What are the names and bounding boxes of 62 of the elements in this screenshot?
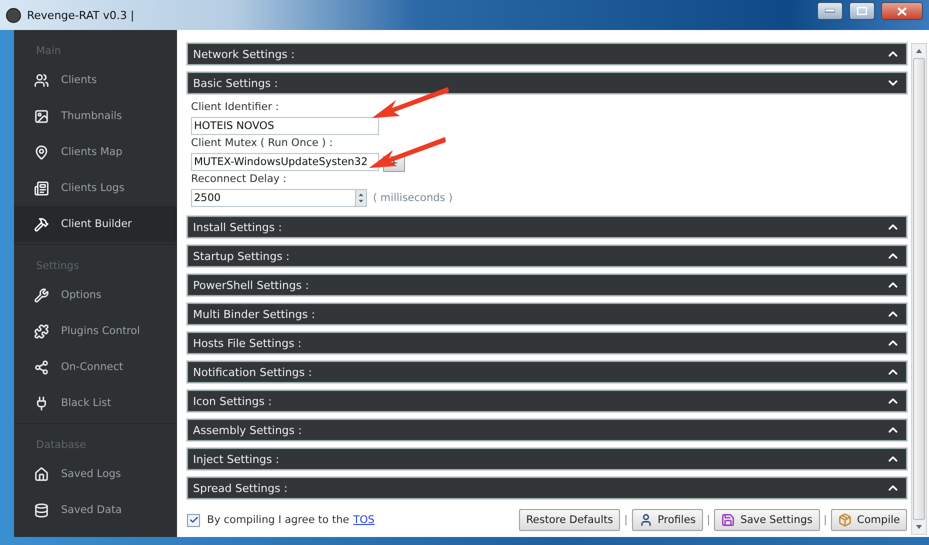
close-button[interactable] (881, 2, 923, 20)
maximize-icon (857, 7, 867, 15)
minimize-button[interactable] (817, 2, 843, 20)
agree-checkbox[interactable] (187, 514, 200, 526)
maximize-button[interactable] (849, 2, 875, 20)
spin-arrows-icon[interactable] (355, 188, 367, 206)
sidebar-item[interactable]: Clients Logs (14, 170, 177, 206)
section-header[interactable]: Notification Settings : (187, 361, 907, 383)
field-label: Reconnect Delay : (191, 173, 286, 186)
toolbar-button[interactable]: Restore Defaults (519, 509, 620, 531)
sidebar-item[interactable]: Saved Logs (14, 456, 177, 492)
minimize-icon (825, 9, 835, 13)
section-header[interactable]: Basic Settings : (187, 72, 907, 94)
section-header[interactable]: Inject Settings : (187, 448, 907, 470)
separator-mark: | (824, 514, 828, 526)
map-pin-icon (34, 144, 49, 160)
toolbar-button[interactable]: Save Settings (714, 509, 820, 531)
agree-text: By compiling I agree to the (207, 514, 350, 526)
sidebar-item[interactable]: Plugins Control (14, 313, 177, 349)
users-icon (34, 72, 49, 88)
wrench-icon (34, 288, 49, 302)
sidebar-item[interactable]: Clients Map (14, 134, 177, 170)
puzzle-icon (34, 324, 49, 338)
sidebar-item[interactable]: Saved Data (14, 492, 177, 528)
person-icon (638, 513, 653, 527)
section-header[interactable]: Multi Binder Settings : (187, 303, 907, 325)
separator-mark: | (706, 514, 710, 526)
tos-link[interactable]: TOS (353, 514, 375, 526)
sidebar-item[interactable]: Options (14, 277, 177, 313)
section-header[interactable]: Hosts File Settings : (187, 332, 907, 354)
input-field[interactable]: MUTEX-WindowsUpdateSysten32 (191, 152, 379, 170)
window-title: Revenge-RAT v0.3 | (27, 8, 134, 22)
database-icon (34, 502, 49, 518)
section-header[interactable]: Startup Settings : (187, 245, 907, 267)
newspaper-icon (34, 180, 49, 196)
section-header[interactable]: Assembly Settings : (187, 419, 907, 441)
hammer-icon (34, 216, 49, 232)
sidebar-item[interactable]: Client Builder (14, 206, 177, 242)
app-icon (6, 8, 21, 22)
sidebar-item[interactable]: On-Connect (14, 349, 177, 385)
number-field[interactable]: 2500 (191, 188, 355, 206)
toolbar-button[interactable]: Profiles (632, 509, 703, 531)
toolbar-button[interactable]: Compile (831, 509, 907, 531)
house-icon (34, 466, 49, 482)
share-icon (34, 360, 49, 374)
sidebar-item[interactable]: Thumbnails (14, 98, 177, 134)
package-icon (838, 513, 852, 527)
section-header[interactable]: Network Settings : (187, 43, 907, 65)
sidebar-item[interactable]: Black List (14, 385, 177, 421)
sidebar-item[interactable]: Clients (14, 62, 177, 98)
section-header[interactable]: Icon Settings : (187, 390, 907, 412)
unit-label: ( milliseconds ) (373, 192, 453, 204)
field-label: Client Identifier : (191, 101, 279, 114)
section-header[interactable]: Spread Settings : (187, 477, 907, 499)
image-icon (34, 108, 49, 124)
section-header[interactable]: PowerShell Settings : (187, 274, 907, 296)
separator-mark: | (624, 514, 628, 526)
plug-icon (34, 396, 49, 410)
section-header[interactable]: Install Settings : (187, 216, 907, 238)
field-label: Client Mutex ( Run Once ) : (191, 137, 333, 150)
close-icon (897, 6, 907, 16)
input-field[interactable]: HOTEIS NOVOS (191, 116, 379, 134)
